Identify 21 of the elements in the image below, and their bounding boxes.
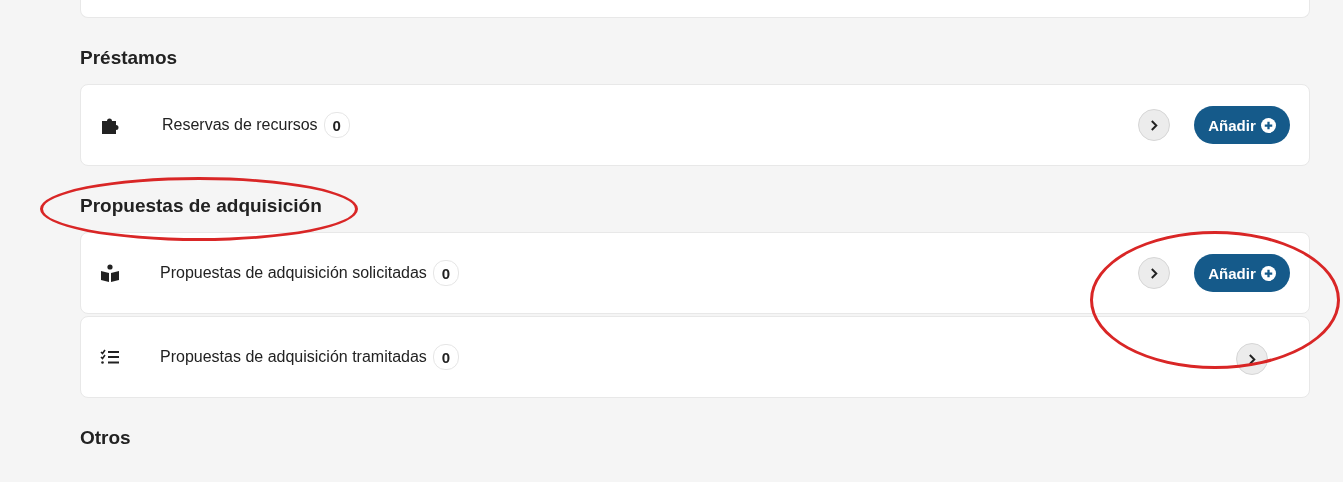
reader-icon [100, 264, 120, 282]
section-heading: Propuestas de adquisición [80, 195, 322, 217]
add-button[interactable]: Añadir [1194, 106, 1290, 144]
plus-circle-icon [1260, 265, 1276, 281]
plus-circle-icon [1260, 117, 1276, 133]
count-badge: 0 [323, 112, 350, 138]
checklist-icon [100, 349, 120, 365]
count-badge: 0 [432, 344, 459, 370]
section-heading: Préstamos [80, 47, 178, 69]
chevron-button[interactable] [1236, 343, 1268, 375]
chevron-button[interactable] [1138, 257, 1170, 289]
chevron-button[interactable] [1138, 109, 1170, 141]
item-label[interactable]: Propuestas de adquisición solicitadas [160, 264, 427, 282]
add-button[interactable]: Añadir [1194, 254, 1290, 292]
count-badge: 0 [432, 260, 459, 286]
section-heading: Otros [80, 427, 131, 449]
item-label[interactable]: Propuestas de adquisición tramitadas [160, 348, 427, 366]
chevron-right-icon [1247, 353, 1257, 365]
chevron-right-icon [1149, 119, 1159, 131]
chevron-right-icon [1149, 267, 1159, 279]
item-label[interactable]: Reservas de recursos [162, 116, 318, 134]
